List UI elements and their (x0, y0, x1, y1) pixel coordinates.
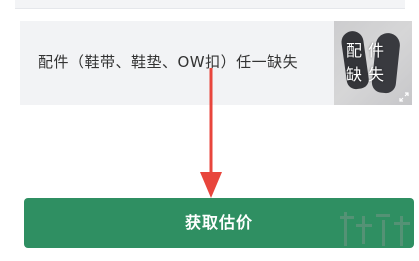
previous-option-edge (15, 0, 405, 9)
watermark-mark (340, 212, 410, 246)
arrow-down-icon (200, 68, 222, 198)
option-label: 配件（鞋带、鞋垫、OW扣）任一缺失 (38, 53, 299, 71)
option-thumbnail[interactable]: 配件缺失 (334, 21, 412, 105)
expand-icon[interactable] (399, 92, 409, 102)
thumbnail-overlay-text: 配件缺失 (346, 41, 391, 84)
screen: 配件（鞋带、鞋垫、OW扣）任一缺失 配件缺失 获取估价 (0, 0, 419, 261)
